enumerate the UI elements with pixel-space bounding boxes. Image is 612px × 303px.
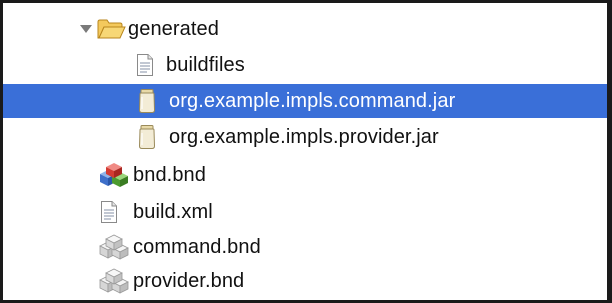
- text-file-icon: [135, 48, 155, 82]
- text-file-icon: [99, 195, 119, 229]
- tree-item-buildfiles[interactable]: buildfiles: [3, 48, 607, 82]
- tree-item-command-jar[interactable]: org.example.impls.command.jar: [3, 84, 607, 118]
- tree-item-label: org.example.impls.provider.jar: [169, 126, 439, 148]
- tree-item-label: provider.bnd: [133, 270, 245, 292]
- tree-item-command-bnd[interactable]: command.bnd: [3, 230, 607, 264]
- gray-cubes-icon: [97, 264, 131, 298]
- tree-item-bnd-bnd[interactable]: bnd.bnd: [3, 158, 607, 192]
- project-explorer-panel: generated buildfiles org.example.impls.c…: [0, 0, 612, 303]
- tree-item-label: bnd.bnd: [133, 164, 206, 186]
- tree-item-label: buildfiles: [166, 54, 245, 76]
- tree-item-build-xml[interactable]: build.xml: [3, 195, 607, 229]
- gray-cubes-icon: [97, 230, 131, 264]
- file-tree: generated buildfiles org.example.impls.c…: [3, 3, 607, 300]
- tree-item-provider-bnd[interactable]: provider.bnd: [3, 264, 607, 298]
- folder-open-icon: [96, 12, 126, 46]
- tree-item-generated[interactable]: generated: [3, 12, 607, 46]
- tree-item-provider-jar[interactable]: org.example.impls.provider.jar: [3, 120, 607, 154]
- tree-item-label: generated: [128, 18, 219, 40]
- bnd-cubes-icon: [97, 158, 131, 192]
- tree-item-label: org.example.impls.command.jar: [169, 90, 456, 112]
- tree-item-label: command.bnd: [133, 236, 261, 258]
- jar-file-icon: [137, 84, 157, 118]
- disclosure-triangle-expanded-icon[interactable]: [77, 12, 95, 46]
- tree-item-label: build.xml: [133, 201, 213, 223]
- jar-file-icon: [137, 120, 157, 154]
